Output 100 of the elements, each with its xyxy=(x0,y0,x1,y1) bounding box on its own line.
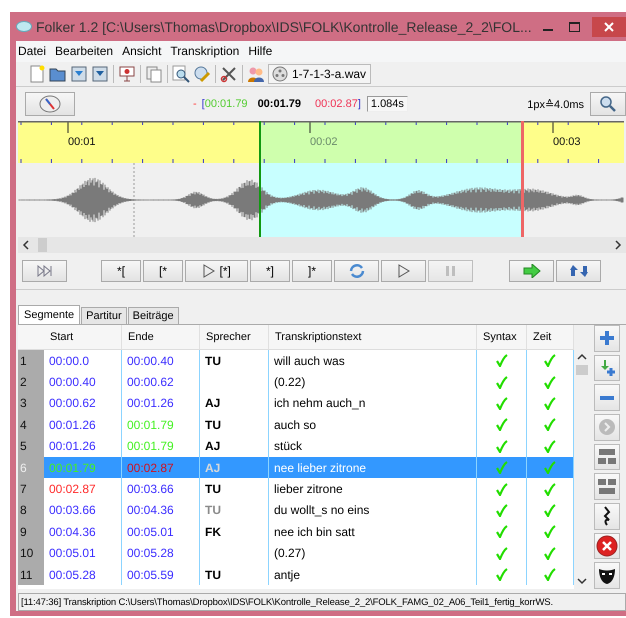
transcription-cell: auch so xyxy=(269,414,477,436)
minus-icon xyxy=(599,394,615,401)
menu-item[interactable]: Transkription xyxy=(170,44,240,59)
end-time: 00:05.59 xyxy=(127,568,174,582)
menu-item[interactable]: Bearbeiten xyxy=(55,44,114,59)
transcription-cell: nee ich bin satt xyxy=(269,521,477,543)
row-number[interactable]: 10 xyxy=(18,542,44,564)
current-time: 00:01.79 xyxy=(258,98,301,110)
copy-icon[interactable] xyxy=(145,65,163,83)
start-time: 00:05.01 xyxy=(49,546,96,560)
column-header[interactable]: Transkriptionstext xyxy=(269,325,477,349)
column-header[interactable]: Start xyxy=(44,325,122,349)
menu-item[interactable]: Datei xyxy=(18,44,46,59)
swap-button[interactable] xyxy=(556,260,601,282)
transcription-cell: du wollt_s no eins xyxy=(269,500,477,522)
menu-item[interactable]: Ansicht xyxy=(122,44,162,59)
mask-button[interactable] xyxy=(594,562,620,590)
minimize-icon xyxy=(543,29,553,31)
speaker-cell: FK xyxy=(205,524,221,539)
column-header[interactable]: Ende xyxy=(122,325,200,349)
add-button[interactable] xyxy=(594,325,620,352)
time-separator: - xyxy=(193,98,197,110)
split-icon xyxy=(597,448,617,466)
column-header[interactable]: Sprecher xyxy=(200,325,269,349)
scroll-right-icon[interactable] xyxy=(614,240,622,250)
row-number[interactable]: 1 xyxy=(18,350,44,372)
forward-arrow-button[interactable] xyxy=(509,260,554,282)
tab[interactable]: Beiträge xyxy=(128,307,179,324)
transport-button[interactable]: *[ xyxy=(101,260,141,282)
compass-button[interactable] xyxy=(25,92,75,116)
play-icon xyxy=(202,264,216,278)
end-time: 00:02.87 xyxy=(127,460,174,475)
bracket-mark: [ xyxy=(202,98,205,110)
row-number[interactable]: 5 xyxy=(18,436,44,457)
maximize-icon xyxy=(568,22,580,32)
rest-symbol-icon xyxy=(601,506,613,526)
speech-bubble-icon xyxy=(16,20,32,32)
play-icon xyxy=(396,264,410,278)
arrow-right-icon xyxy=(522,264,540,278)
end-time: 00:05.28 xyxy=(127,546,174,560)
menu-item[interactable]: Hilfe xyxy=(248,44,272,59)
transport-button[interactable]: ]* xyxy=(292,260,332,282)
save-icon[interactable] xyxy=(70,65,88,83)
tab[interactable]: Partitur xyxy=(81,307,127,324)
presentation-icon[interactable] xyxy=(118,65,136,83)
tab[interactable]: Segmente xyxy=(18,305,80,324)
scroll-up-icon[interactable] xyxy=(577,353,587,361)
transport-button[interactable]: [* xyxy=(143,260,183,282)
row-number[interactable]: 2 xyxy=(18,371,44,393)
scroll-thumb[interactable] xyxy=(38,238,47,252)
scroll-down-icon[interactable] xyxy=(577,577,587,585)
speaker-cell: TU xyxy=(205,482,221,496)
split-button[interactable] xyxy=(594,444,620,470)
row-number[interactable]: 7 xyxy=(18,478,44,500)
save-as-icon[interactable] xyxy=(91,65,109,83)
merge-icon xyxy=(597,478,617,496)
start-time: 00:01.79 xyxy=(49,460,96,475)
zoom-button[interactable] xyxy=(590,92,626,116)
row-number[interactable]: 11 xyxy=(18,564,44,586)
insert-button[interactable] xyxy=(594,354,620,382)
speaker-cell: AJ xyxy=(205,439,220,454)
row-number[interactable]: 9 xyxy=(18,521,44,543)
bracket-mark: ] xyxy=(358,98,361,110)
transport-button[interactable]: *] xyxy=(250,260,290,282)
end-time: 00:01.79 xyxy=(127,418,174,432)
column-header[interactable]: Syntax xyxy=(477,325,527,349)
close-button[interactable] xyxy=(592,16,626,36)
start-time: 00:01.26 xyxy=(49,418,96,432)
speaker-cell: AJ xyxy=(205,460,220,475)
edit-icon[interactable] xyxy=(193,65,211,83)
rest-symbol-button[interactable] xyxy=(594,503,620,530)
end-time: 00:00.40 xyxy=(127,354,174,368)
selection-end-marker[interactable] xyxy=(521,121,524,237)
close-icon xyxy=(604,22,614,32)
horizontal-scrollbar[interactable] xyxy=(18,237,626,253)
play-button[interactable] xyxy=(381,260,426,282)
scroll-thumb[interactable] xyxy=(576,365,588,375)
loop-button[interactable] xyxy=(334,260,379,282)
scroll-left-icon[interactable] xyxy=(22,240,30,250)
up-down-arrows-icon xyxy=(570,263,588,279)
play-selection-button[interactable]: [*] xyxy=(185,260,248,282)
speaker-cell: AJ xyxy=(205,396,220,410)
magnifier-icon[interactable] xyxy=(172,65,190,83)
people-icon[interactable] xyxy=(247,65,265,83)
transcription-cell: (0.22) xyxy=(269,371,477,393)
remove-button[interactable] xyxy=(594,384,620,412)
row-number[interactable]: 8 xyxy=(18,500,44,522)
skip-icon xyxy=(36,265,52,277)
compass-icon xyxy=(39,95,61,113)
row-number[interactable]: 4 xyxy=(18,414,44,436)
transcription-cell: lieber zitrone xyxy=(269,478,477,500)
mask-icon xyxy=(598,566,616,585)
selection-start-marker[interactable] xyxy=(259,121,261,237)
window-title: Folker 1.2 [C:\Users\Thomas\Dropbox\IDS\FOLK\Kontrolle_Release_2_2\FOL... xyxy=(36,18,533,34)
audio-file-button[interactable]: 1-7-1-3-a.wav xyxy=(268,64,372,84)
skip-button[interactable] xyxy=(22,260,67,282)
row-number[interactable]: 3 xyxy=(18,392,44,414)
transcription-cell: (0.27) xyxy=(269,542,477,564)
merge-button[interactable] xyxy=(594,473,620,500)
cancel-button[interactable] xyxy=(594,532,620,560)
